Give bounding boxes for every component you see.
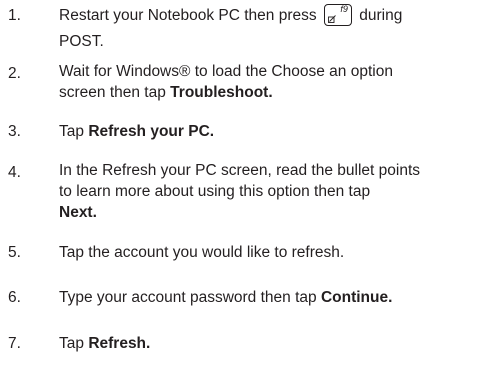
f9-key-icon: f9	[323, 4, 352, 26]
checkbox-icon	[327, 15, 336, 23]
step-text-part: In the Refresh your PC screen, read the …	[59, 162, 421, 179]
step-text-bold: Refresh your PC.	[88, 123, 215, 140]
step-text-bold: Troubleshoot.	[170, 84, 273, 101]
step-number: 1.	[8, 7, 21, 24]
step-text-part: Restart your Notebook PC then press	[59, 7, 317, 24]
step-text-part: POST.	[59, 33, 104, 50]
step-text: Restart your Notebook PC then press f9 d…	[59, 3, 479, 55]
step-number: 4.	[8, 164, 21, 181]
step-text: Tap the account you would like to refres…	[59, 240, 479, 266]
step-text-bold: Continue.	[320, 289, 393, 306]
step-text-part: Wait for Windows® to load the Choose an …	[59, 63, 393, 80]
step-text: Tap Refresh.	[59, 331, 479, 357]
step-text: Wait for Windows® to load the Choose an …	[59, 61, 479, 103]
step-number: 6.	[8, 289, 21, 306]
step-number: 3.	[8, 123, 21, 140]
step-text-part: Tap the account you would like to refres…	[59, 244, 345, 261]
step-text-bold: Next.	[59, 204, 97, 221]
step-text-bold: Refresh.	[88, 335, 151, 352]
step-text: Type your account password then tap Cont…	[59, 285, 479, 311]
step-text-part: screen then tap	[59, 84, 166, 101]
step-text: In the Refresh your PC screen, read the …	[59, 160, 479, 223]
step-text-part: Tap	[59, 335, 84, 352]
step-text: Tap Refresh your PC.	[59, 119, 479, 145]
step-text-part: during	[359, 7, 403, 24]
step-number: 7.	[8, 335, 21, 352]
key-label: f9	[340, 4, 348, 14]
step-text-part: Tap	[59, 123, 84, 140]
step-text-part: to learn more about using this option th…	[59, 183, 371, 200]
step-number: 5.	[8, 244, 21, 261]
step-number: 2.	[8, 65, 21, 82]
step-text-part: Type your account password then tap	[59, 289, 317, 306]
